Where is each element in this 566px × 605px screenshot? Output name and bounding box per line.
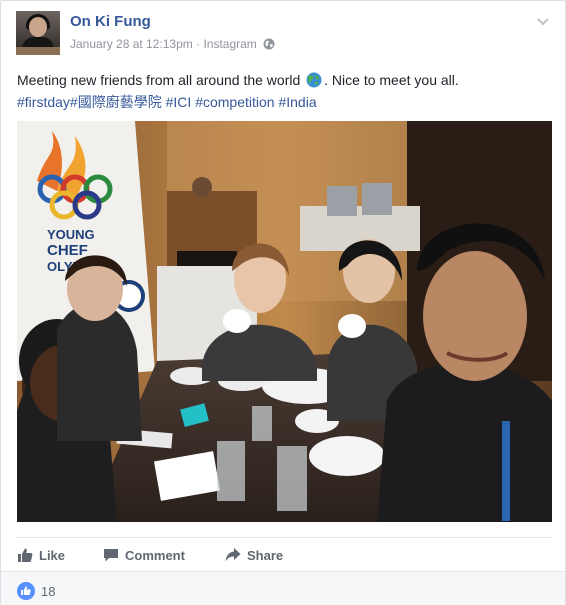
comment-label: Comment [125,547,185,563]
earth-emoji-icon [306,72,322,88]
action-bar: Like Comment Share [17,537,552,570]
chevron-down-icon[interactable] [535,13,551,29]
like-count-value: 18 [41,583,56,599]
share-arrow-icon [225,548,241,562]
reactions-bar: 18 [1,571,565,605]
post-text-part1: Meeting new friends from all around the … [17,72,301,88]
share-button[interactable]: Share [225,545,283,565]
like-count[interactable]: 18 [17,582,55,600]
comment-button[interactable]: Comment [103,545,185,565]
avatar[interactable] [16,11,60,55]
hashtag-competition[interactable]: #competition [195,94,274,110]
author-name[interactable]: On Ki Fung [70,13,151,30]
meta-separator: · [196,37,201,51]
hashtag-india[interactable]: #India [278,94,316,110]
post-timestamp[interactable]: January 28 at 12:13pm [70,37,193,51]
comment-icon [104,549,118,562]
post-source[interactable]: Instagram [203,37,256,51]
thumbs-up-icon [18,548,33,562]
post-photo[interactable]: YOUNG CHEF OLYMPIAD [17,121,552,522]
post-text: Meeting new friends from all around the … [17,69,552,113]
like-badge-icon [17,582,35,600]
post-text-part2: . Nice to meet you all. [324,72,459,88]
banner-text-chef: CHEF [47,242,88,259]
globe-icon [263,38,275,50]
post-meta: January 28 at 12:13pm · Instagram [70,37,275,51]
hashtag-firstday[interactable]: #firstday [17,94,70,110]
post-card: On Ki Fung January 28 at 12:13pm · Insta… [0,0,566,605]
banner-text-young: YOUNG [47,227,95,242]
like-label: Like [39,547,66,563]
share-label: Share [247,547,284,563]
like-button[interactable]: Like [17,545,65,565]
post-header: On Ki Fung January 28 at 12:13pm · Insta… [16,11,551,57]
hashtag-ici[interactable]: #ICI [166,94,192,110]
hashtag-ici-chinese[interactable]: #國際廚藝學院 [70,94,162,110]
